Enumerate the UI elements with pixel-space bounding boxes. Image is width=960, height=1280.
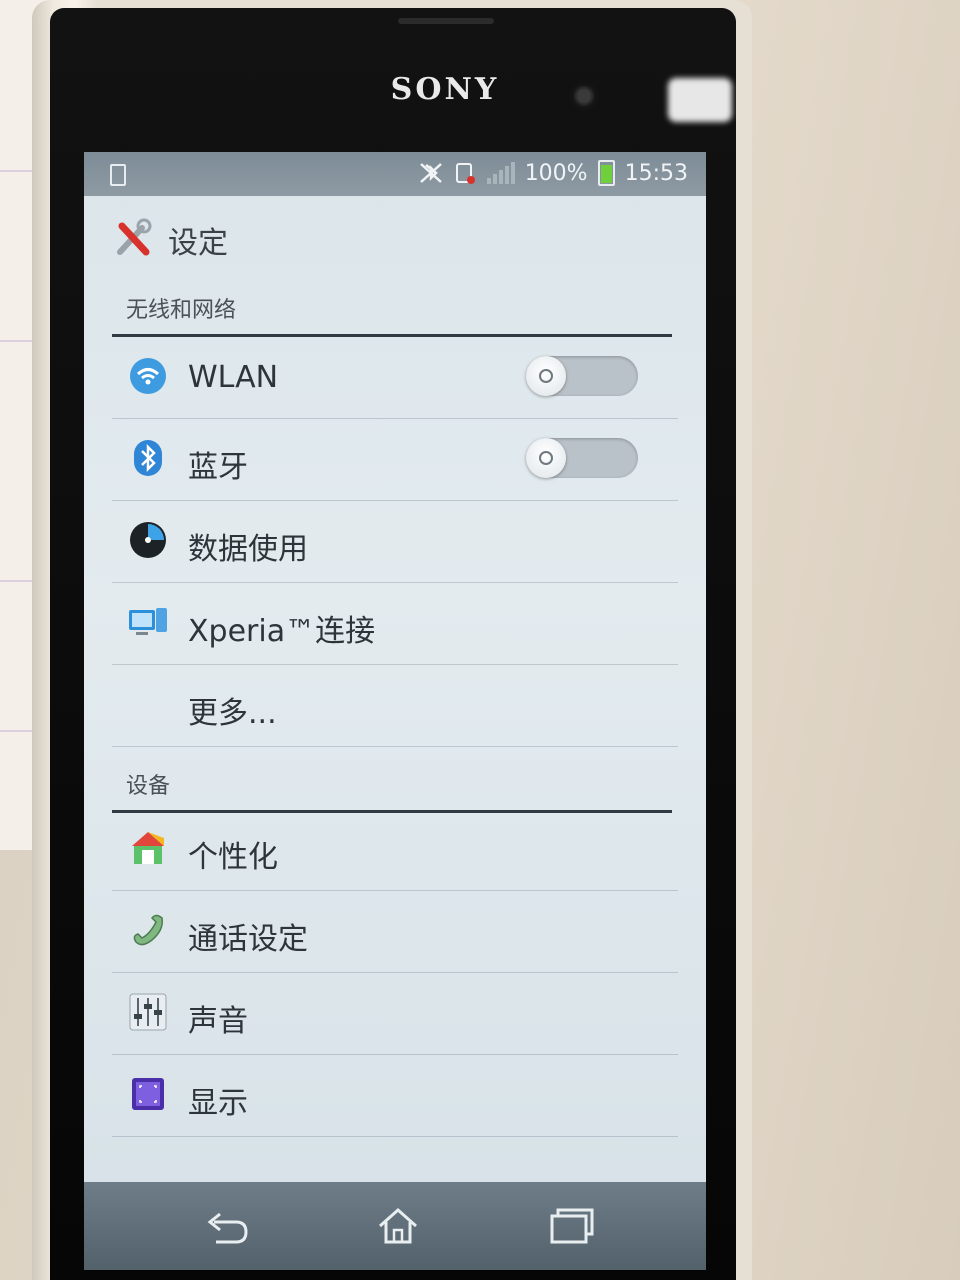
navigation-bar [84, 1182, 706, 1270]
settings-item-label: 显示 [188, 1086, 248, 1121]
settings-item-data-usage[interactable]: 数据使用 [112, 500, 678, 583]
light-glare [668, 78, 732, 122]
settings-item-label: 个性化 [188, 840, 278, 875]
earpiece-speaker [398, 18, 494, 24]
sim-alert-icon [455, 163, 475, 184]
settings-item-label: Xperia™连接 [188, 614, 376, 649]
status-bar: 100% 15:53 [84, 152, 706, 196]
section-label: 设备 [126, 774, 171, 799]
settings-item-call-settings[interactable]: 通话设定 [112, 890, 678, 973]
bluetooth-icon [134, 440, 162, 476]
settings-item-label: 更多... [188, 696, 277, 731]
toggle-knob[interactable] [526, 356, 566, 396]
settings-item-sound[interactable]: 声音 [112, 972, 678, 1055]
action-bar: 设定 [84, 196, 706, 284]
bluetooth-off-icon [419, 163, 442, 183]
settings-item-label: 蓝牙 [188, 450, 248, 485]
settings-item-label: 声音 [188, 1004, 248, 1039]
screenshot-notification-icon [110, 164, 126, 186]
home-icon[interactable] [368, 1202, 428, 1250]
clock: 15:53 [624, 160, 688, 186]
status-icons: 100% 15:53 [417, 160, 688, 186]
toggle-knob[interactable] [526, 438, 566, 478]
data-usage-icon [130, 522, 166, 558]
settings-item-more[interactable]: 更多... [112, 664, 678, 747]
brand-logo: SONY [390, 72, 500, 107]
bluetooth-toggle[interactable] [526, 438, 638, 478]
signal-strength-icon [486, 162, 515, 184]
settings-tools-icon [117, 218, 152, 256]
wifi-icon [130, 358, 166, 394]
back-icon[interactable] [196, 1202, 256, 1250]
phone-screen[interactable]: 100% 15:53 设定 无线和网络 WLAN 蓝牙 数据使用 Xperia™… [84, 152, 706, 1270]
settings-item-wlan[interactable]: WLAN [112, 336, 678, 419]
battery-icon [597, 160, 615, 186]
xperia-connect-icon [129, 608, 167, 635]
settings-item-label: WLAN [188, 360, 279, 395]
settings-item-label: 数据使用 [188, 532, 308, 567]
settings-item-personalization[interactable]: 个性化 [112, 808, 678, 891]
recent-apps-icon[interactable] [540, 1202, 600, 1250]
notification-icon [110, 164, 126, 186]
front-camera [570, 82, 598, 110]
settings-item-label: 通话设定 [188, 922, 308, 957]
wlan-toggle[interactable] [526, 356, 638, 396]
section-header-device: 设备 [112, 768, 672, 813]
page-title: 设定 [168, 226, 228, 261]
phone-handset-icon [133, 914, 164, 946]
settings-item-bluetooth[interactable]: 蓝牙 [112, 418, 678, 501]
section-header-wireless: 无线和网络 [112, 292, 672, 337]
settings-item-xperia-connect[interactable]: Xperia™连接 [112, 582, 678, 665]
section-label: 无线和网络 [126, 298, 237, 323]
display-icon [132, 1078, 164, 1110]
sliders-icon [129, 993, 167, 1031]
settings-item-display[interactable]: 显示 [112, 1054, 678, 1137]
personalization-icon [132, 832, 164, 864]
battery-percent: 100% [524, 160, 588, 186]
